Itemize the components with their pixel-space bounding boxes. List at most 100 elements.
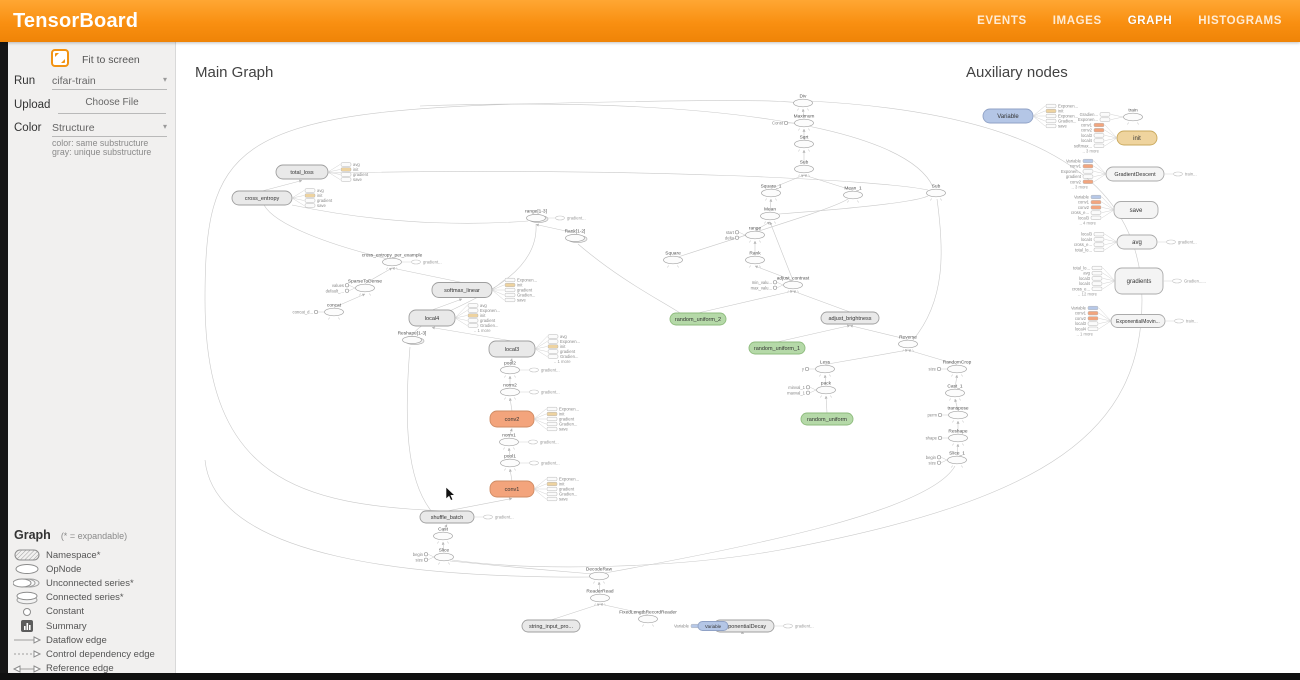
graph-node-adjust_brightness[interactable]: adjust_brightness [821,312,879,324]
graph-node-Square[interactable]: Square [664,251,683,268]
graph-node-RandomCrop[interactable]: RandomCropsize [929,360,972,377]
graph-node-Maximum[interactable]: MaximumConst [772,114,814,131]
color-select[interactable]: Structure ▾ [52,122,167,137]
graph-node-VariableAux[interactable]: VariableExponen...initExponen...Gradien.… [983,104,1078,129]
graph-node-Sub[interactable]: Sub [927,184,946,201]
graph-edge [432,328,512,342]
svg-text:Variable: Variable [705,624,722,629]
graph-node-SparseToDense[interactable]: SparseToDensevaluesdefault_... [326,279,383,296]
graph-node-transpose[interactable]: transposeperm [927,406,968,423]
legend-item-control-dependency-edge: Control dependency edge [8,647,175,661]
graph-node-Reverse[interactable]: Reverse [899,335,918,352]
graph-node-concat[interactable]: concatconcat_d... [293,303,344,320]
svg-text:FixedLengthRecordReader: FixedLengthRecordReader [619,610,677,616]
graph-node-cepe[interactable]: cross_entropy_per_examplegradient... [362,253,442,270]
graph-node-random_uniform_1[interactable]: random_uniform_1 [749,342,805,354]
graph-node-range[interactable]: rangestartdelta [725,226,765,243]
fit-to-screen-label[interactable]: Fit to screen [82,54,140,66]
graph-node-Cast_1[interactable]: Cast_1 [946,384,965,401]
graph-node-DecodeRaw[interactable]: DecodeRaw [586,567,613,584]
graph-node-Sub_1[interactable]: Sub [795,160,814,177]
legend-item-summary: Summary [8,619,175,633]
graph-node-GradientDescent[interactable]: GradientDescentVariableconv1Exponen...gr… [1061,159,1197,190]
svg-text:GradientDescent: GradientDescent [1114,172,1156,178]
svg-text:adjust_contrast: adjust_contrast [777,276,810,282]
svg-text:Square_1: Square_1 [761,184,782,190]
graph-node-saveAux[interactable]: saveVariableconv1conv2cross_e...local3..… [1071,195,1158,226]
graph-node-Slice_1[interactable]: Slice_1beginsize [926,451,967,468]
fit-to-screen-icon[interactable] [51,49,69,70]
graph-node-Slice[interactable]: Slicebeginsize [413,548,454,565]
tab-images[interactable]: IMAGES [1053,15,1102,27]
graph-node-pool2[interactable]: pool2gradient... [501,361,560,378]
graph-node-cross_entropy[interactable]: cross_entropyavginitgradientsave [232,188,333,208]
run-select-value: cifar-train [52,75,96,87]
graph-edge [777,326,850,343]
graph-node-range13[interactable]: range[1-3]gradient... [525,209,586,223]
graph-node-reshape13[interactable]: Reshape[1-3] [398,331,427,345]
svg-text:values: values [332,283,344,288]
run-select[interactable]: cifar-train ▾ [52,75,167,90]
graph-canvas[interactable]: total_lossavginitgradientsave cross_entro… [175,42,1300,680]
svg-text:total_lo...: total_lo... [1075,247,1092,252]
graph-node-Reshape[interactable]: Reshapeshape [926,429,968,446]
svg-text:minval_1: minval_1 [788,385,805,390]
svg-text:pool1: pool1 [504,454,516,460]
graph-edge [510,398,512,411]
graph-node-initAux[interactable]: initconv1conv2local3local4softmax..... 3… [1074,123,1157,154]
svg-text:cross_entropy: cross_entropy [245,196,280,202]
graph-node-softmax_linear[interactable]: softmax_linearExponen...initgradientGrad… [432,278,537,303]
svg-text:Variable: Variable [997,114,1019,120]
graph-node-local3[interactable]: local3avgExponen...initgradientGradien..… [489,334,580,364]
graph-node-local4[interactable]: local4avgExponen...initgradientGradien..… [409,303,500,333]
graph-node-Div[interactable]: Div [794,94,813,111]
graph-node-ReaderRead[interactable]: ReaderRead [586,589,614,606]
graph-node-pack[interactable]: packminval_1maxval_1 [787,381,835,398]
graph-node-ExpMovinAux[interactable]: ExponentialMovin...Variableconv1conv2loc… [1071,306,1198,337]
graph-node-Square_1[interactable]: Square_1 [761,184,782,201]
legend-item-opnode: OpNode [8,562,175,576]
tab-histograms[interactable]: HISTOGRAMS [1198,15,1282,27]
graph-node-Cast[interactable]: Cast [434,527,453,544]
svg-text:begin: begin [413,552,424,557]
graph-node-Mean[interactable]: Mean [761,207,780,224]
dataflow-edge-icon [8,636,46,644]
graph-node-Rank[interactable]: Rank [746,251,765,268]
svg-text:gradient...: gradient... [541,390,560,395]
graph-node-random_uniform_2[interactable]: random_uniform_2 [670,313,726,325]
tab-events[interactable]: EVENTS [977,15,1027,27]
graph-node-Sqrt[interactable]: Sqrt [795,135,814,152]
graph-node-avgAux[interactable]: avglocal3local4cross_e...total_lo...grad… [1074,232,1197,253]
svg-text:delta: delta [725,235,735,240]
graph-node-random_uniform[interactable]: random_uniform [801,413,853,425]
left-scrollbar[interactable] [0,42,8,680]
graph-node-conv1[interactable]: conv1Exponen...initgradientGradien...sav… [490,477,579,502]
graph-node-gradientsAux[interactable]: gradientstotal_lo...avglocal3local4cross… [1072,266,1206,297]
choose-file-button[interactable]: Choose File [58,97,166,114]
graph-node-norm2[interactable]: norm2gradient... [501,383,560,400]
graph-node-total_loss[interactable]: total_lossavginitgradientsave [276,162,369,182]
graph-edge [205,460,592,577]
svg-text:save: save [559,427,569,432]
graph-node-pool1[interactable]: pool1gradient... [501,454,560,471]
graph-node-conv2[interactable]: conv2Exponen...initgradientGradien...sav… [490,407,579,432]
graph-node-VariableSmall[interactable]: Variable [698,622,728,631]
legend-title: Graph [14,528,51,542]
namespace-icon [8,549,46,561]
graph-node-FixedLengthRecordReader[interactable]: FixedLengthRecordReader [619,610,677,627]
graph-node-ExponentialDecay[interactable]: ExponentialDecayVariablegradient... [674,620,814,632]
svg-text:random_uniform_1: random_uniform_1 [754,346,800,352]
graph-node-norm1[interactable]: norm1gradient... [500,433,559,450]
tab-graph[interactable]: GRAPH [1128,15,1173,27]
svg-text:ExponentialMovin...: ExponentialMovin... [1116,319,1160,325]
svg-text:Gradien......: Gradien...... [1184,279,1206,284]
svg-text:Less: Less [820,360,831,366]
graph-node-shuffle_batch[interactable]: shuffle_batchgradient... [420,511,514,523]
svg-text:.. 1 more: .. 1 more [474,328,491,333]
opnode-icon [8,563,46,575]
svg-text:size: size [929,460,937,465]
graph-node-rank12[interactable]: Rank[1-2] [565,229,587,243]
graph-node-Less[interactable]: Lessy [802,360,835,377]
graph-node-adjust_contrast[interactable]: adjust_contrastmin_valu...max_valu... [751,276,810,293]
graph-node-string_input[interactable]: string_input_pro... [522,620,580,632]
